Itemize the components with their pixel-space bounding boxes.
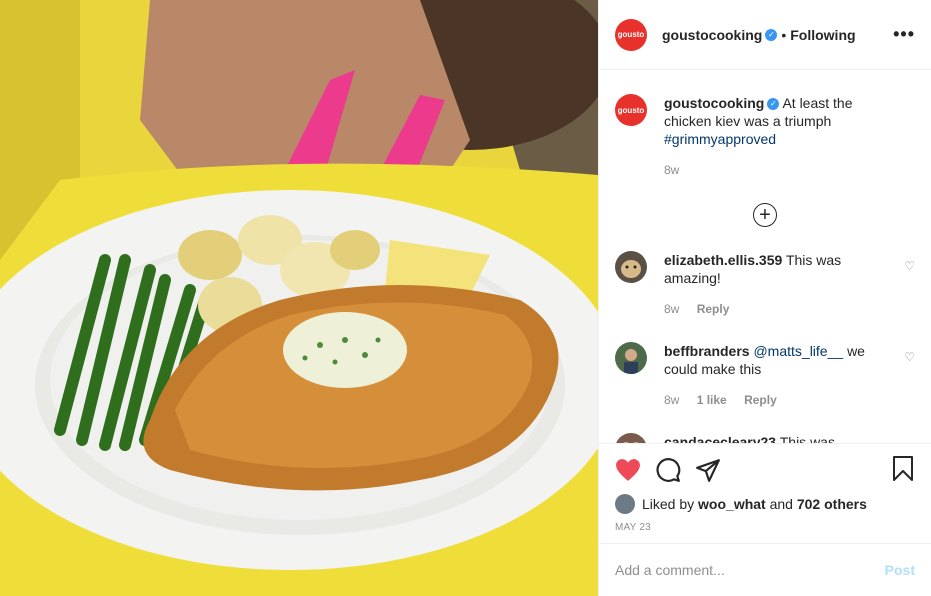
comment-icon[interactable] xyxy=(655,456,695,484)
comment-time[interactable]: 8w xyxy=(664,302,679,316)
food-photo-illustration xyxy=(0,0,598,596)
comment-input[interactable]: Add a comment... xyxy=(615,562,885,578)
load-more-comments-icon[interactable]: + xyxy=(753,203,777,227)
comment-row: beffbranders @matts_life__ we could make… xyxy=(615,342,915,409)
verified-badge-icon: ✓ xyxy=(767,98,780,111)
post-comment-button[interactable]: Post xyxy=(885,562,915,578)
caption-username[interactable]: goustocooking xyxy=(664,95,764,111)
comment-username[interactable]: elizabeth.ellis.359 xyxy=(664,252,782,268)
commenter-avatar[interactable] xyxy=(615,342,647,374)
likes-others-link[interactable]: 702 others xyxy=(797,496,867,512)
bookmark-icon[interactable] xyxy=(891,455,915,485)
comment-likes-count[interactable]: 1 like xyxy=(697,393,727,407)
verified-badge-icon: ✓ xyxy=(765,28,778,41)
following-button[interactable]: Following xyxy=(790,27,855,43)
family-avatar-image xyxy=(615,433,647,443)
mention-link[interactable]: @matts_life__ xyxy=(753,343,843,359)
comment-like-heart-icon[interactable]: ♡ xyxy=(904,441,915,443)
post-photo[interactable] xyxy=(0,0,598,596)
post-actions: Liked by woo_what and 702 others MAY 23 xyxy=(599,443,931,533)
comments-list[interactable]: gousto goustocooking ✓ At least the chick… xyxy=(599,70,931,443)
hashtag-link[interactable]: #grimmyapproved xyxy=(664,131,776,147)
comment-row: elizabeth.ellis.359 This was amazing! 8w… xyxy=(615,251,915,318)
more-options-icon[interactable]: ••• xyxy=(893,24,915,45)
commenter-avatar[interactable] xyxy=(615,433,647,443)
send-icon[interactable] xyxy=(695,456,735,484)
post-details-panel: gousto goustocooking ✓ • Following ••• g… xyxy=(598,0,931,596)
likes-prefix: Liked by xyxy=(642,496,695,512)
heart-filled-icon[interactable] xyxy=(615,456,655,484)
likes-middle: and xyxy=(769,496,793,512)
author-username[interactable]: goustocooking xyxy=(662,27,762,43)
person-avatar-image xyxy=(615,342,647,374)
comment-like-heart-icon[interactable]: ♡ xyxy=(904,350,915,364)
post-header: gousto goustocooking ✓ • Following ••• xyxy=(599,0,931,70)
comment-like-heart-icon[interactable]: ♡ xyxy=(904,259,915,273)
comment-time[interactable]: 8w xyxy=(664,393,679,407)
comment-username[interactable]: candacecleary23 xyxy=(664,434,776,443)
comment-username[interactable]: beffbranders xyxy=(664,343,750,359)
author-avatar[interactable]: gousto xyxy=(615,18,647,51)
caption-avatar[interactable]: gousto xyxy=(615,94,647,126)
likes-summary: Liked by woo_what and 702 others xyxy=(615,494,915,514)
liker-username[interactable]: woo_what xyxy=(698,496,766,512)
comment-row: candacecleary23 This was delicious! 💗tha… xyxy=(615,433,915,443)
add-comment-box: Add a comment... Post xyxy=(599,543,931,596)
dog-avatar-image xyxy=(615,251,647,283)
reply-button[interactable]: Reply xyxy=(697,302,730,316)
caption-row: gousto goustocooking ✓ At least the chick… xyxy=(615,94,915,179)
liker-avatar[interactable] xyxy=(615,494,635,514)
separator-dot: • xyxy=(781,26,787,43)
commenter-avatar[interactable] xyxy=(615,251,647,283)
reply-button[interactable]: Reply xyxy=(744,393,777,407)
post-date[interactable]: MAY 23 xyxy=(615,522,915,533)
caption-time[interactable]: 8w xyxy=(664,163,679,177)
